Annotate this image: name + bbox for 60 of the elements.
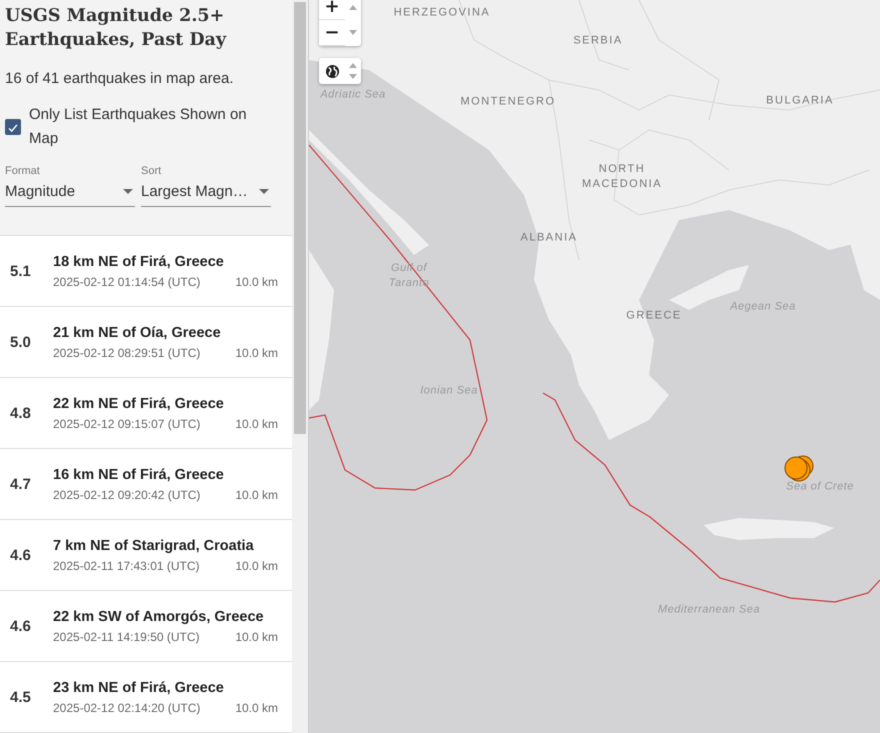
earthquake-marker[interactable] [784, 456, 808, 480]
zoom-in-button[interactable]: + [319, 0, 345, 20]
time-text: 2025-02-12 01:14:54 (UTC) [53, 274, 200, 288]
summary-text: 16 of 41 earthquakes in map area. [5, 70, 234, 87]
time-text: 2025-02-11 14:19:50 (UTC) [53, 630, 200, 644]
magnitude-text: 4.7 [10, 476, 32, 492]
map-label: HERZEGOVINA [392, 6, 492, 20]
depth-text: 10.0 km [235, 488, 278, 502]
checkbox-label: Only List Earthquakes Shown on Map [29, 105, 248, 149]
down-arrow-icon[interactable] [349, 74, 357, 79]
place-text: 23 km NE of Firá, Greece [53, 680, 225, 696]
map-label: BULGARIA [765, 94, 835, 108]
magnitude-text: 5.0 [10, 334, 32, 350]
magnitude-text: 4.6 [10, 546, 32, 564]
time-text: 2025-02-11 17:43:01 (UTC) [53, 558, 200, 572]
map-label: GREECE [625, 308, 683, 324]
select-label: Format [5, 165, 41, 177]
map-label: Ionian Sea [419, 384, 479, 398]
time-text: 2025-02-12 08:29:51 (UTC) [53, 346, 200, 360]
depth-text: 10.0 km [235, 558, 278, 572]
checkbox[interactable] [5, 119, 21, 135]
map-label: Mediterranean Sea [656, 602, 762, 618]
depth-text: 10.0 km [235, 346, 278, 360]
map-label: Adriatic Sea [319, 88, 387, 102]
magnitude-text: 4.5 [10, 688, 32, 706]
place-text: 21 km NE of Oía, Greece [53, 324, 222, 340]
depth-text: 10.0 km [235, 416, 278, 430]
scrollbar-track[interactable] [292, 0, 309, 733]
map-label: SERBIA [572, 34, 624, 48]
up-arrow-icon[interactable] [349, 5, 357, 10]
magnitude-text: 5.1 [10, 262, 32, 280]
map-label: NORTH MACEDONIA [580, 162, 664, 192]
select-field[interactable]: Largest Magn… [141, 181, 271, 207]
caret-icon [259, 189, 269, 194]
map-label: MONTENEGRO [459, 94, 557, 110]
map-label: Sea of Crete [785, 480, 855, 494]
scrollbar-thumb[interactable] [294, 2, 306, 434]
place-text: 7 km NE of Starigrad, Croatia [53, 538, 255, 554]
down-arrow-icon[interactable] [349, 30, 357, 35]
select-label: Sort [141, 165, 162, 177]
globe-icon[interactable] [325, 64, 340, 78]
magnitude-text: 4.8 [10, 404, 32, 422]
place-text: 16 km NE of Firá, Greece [53, 466, 225, 482]
select-field[interactable]: Magnitude [5, 181, 135, 207]
place-text: 22 km SW of Amorgós, Greece [53, 608, 265, 624]
map-label: ALBANIA [520, 230, 578, 246]
depth-text: 10.0 km [235, 630, 278, 644]
depth-text: 10.0 km [235, 274, 278, 288]
time-text: 2025-02-12 09:15:07 (UTC) [53, 416, 200, 430]
place-text: 18 km NE of Firá, Greece [53, 254, 225, 270]
page-title: USGS Magnitude 2.5+ Earthquakes, Past Day [5, 5, 228, 52]
depth-text: 10.0 km [235, 700, 278, 714]
zoom-out-button[interactable]: − [319, 20, 345, 46]
magnitude-text: 4.6 [10, 618, 32, 634]
place-text: 22 km NE of Firá, Greece [53, 396, 225, 412]
caret-icon [123, 189, 133, 194]
map-label: Aegean Sea [728, 300, 797, 314]
time-text: 2025-02-12 02:14:20 (UTC) [53, 700, 200, 714]
time-text: 2025-02-12 09:20:42 (UTC) [53, 488, 200, 502]
up-arrow-icon[interactable] [349, 63, 357, 68]
